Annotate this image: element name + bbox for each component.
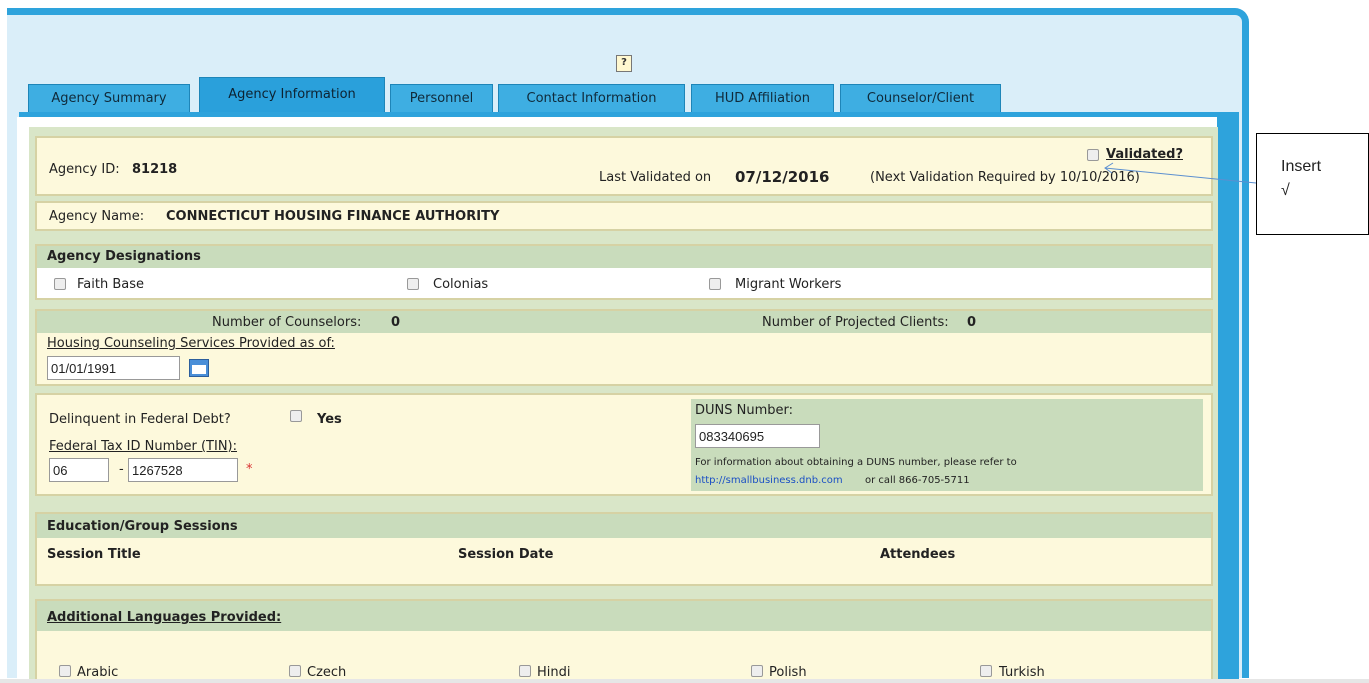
callout-arrow (1104, 162, 1257, 184)
bottom-scroll-edge (0, 679, 1369, 683)
